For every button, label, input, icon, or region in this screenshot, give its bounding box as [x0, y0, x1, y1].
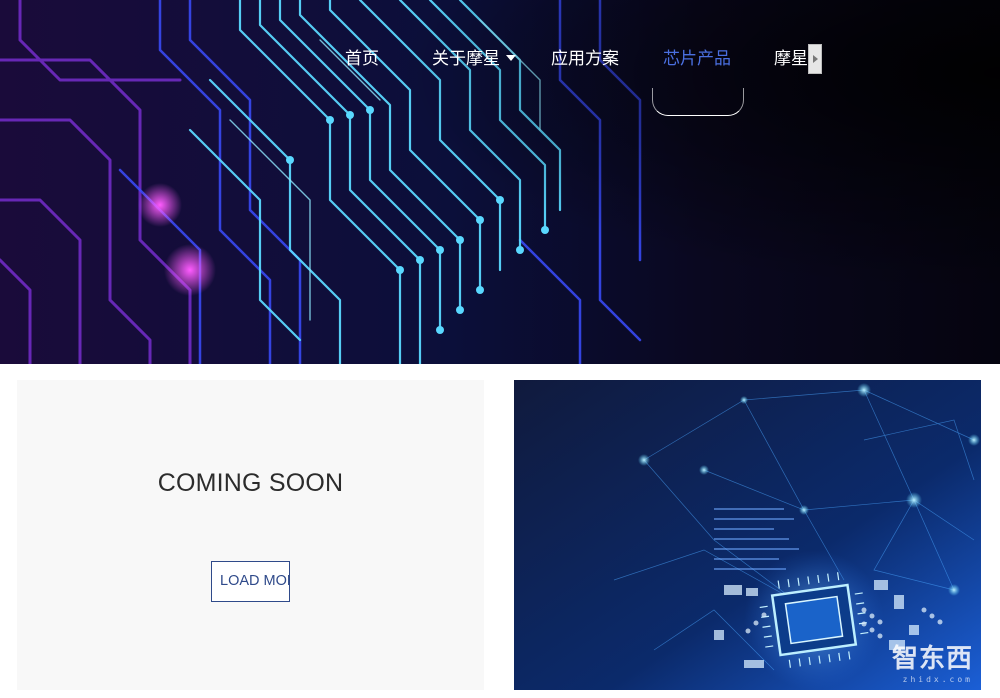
nav-item-label: 关于摩星: [432, 49, 500, 69]
chevron-down-icon: [506, 55, 516, 61]
main-nav: 首页 关于摩星 应用方案 芯片产品 摩星: [0, 0, 1000, 120]
active-nav-indicator: [652, 88, 744, 116]
nav-item-chip-products[interactable]: 芯片产品: [663, 46, 731, 72]
nav-scroll-right-icon[interactable]: [808, 44, 822, 74]
nav-item-label: 芯片产品: [663, 49, 731, 69]
watermark-logo: 智东西: [891, 644, 973, 674]
nav-item-label: 摩星: [774, 49, 808, 69]
load-more-button[interactable]: LOAD MORE: [211, 561, 290, 602]
nav-item-label: 应用方案: [551, 49, 619, 69]
load-more-label: LOAD MORE: [220, 573, 289, 589]
nav-item-mostar[interactable]: 摩星: [774, 46, 808, 72]
nav-item-home[interactable]: 首页: [345, 46, 379, 72]
watermark: 智东西 zhidx.com: [892, 638, 973, 684]
chip-image-card: 智东西 zhidx.com: [514, 380, 981, 690]
nav-item-solutions[interactable]: 应用方案: [551, 46, 619, 72]
coming-soon-card: COMING SOON LOAD MORE: [17, 380, 484, 690]
coming-soon-title: COMING SOON: [157, 469, 344, 497]
nav-item-label: 首页: [345, 49, 379, 69]
nav-item-about[interactable]: 关于摩星: [432, 46, 516, 72]
watermark-url: zhidx.com: [902, 675, 973, 684]
